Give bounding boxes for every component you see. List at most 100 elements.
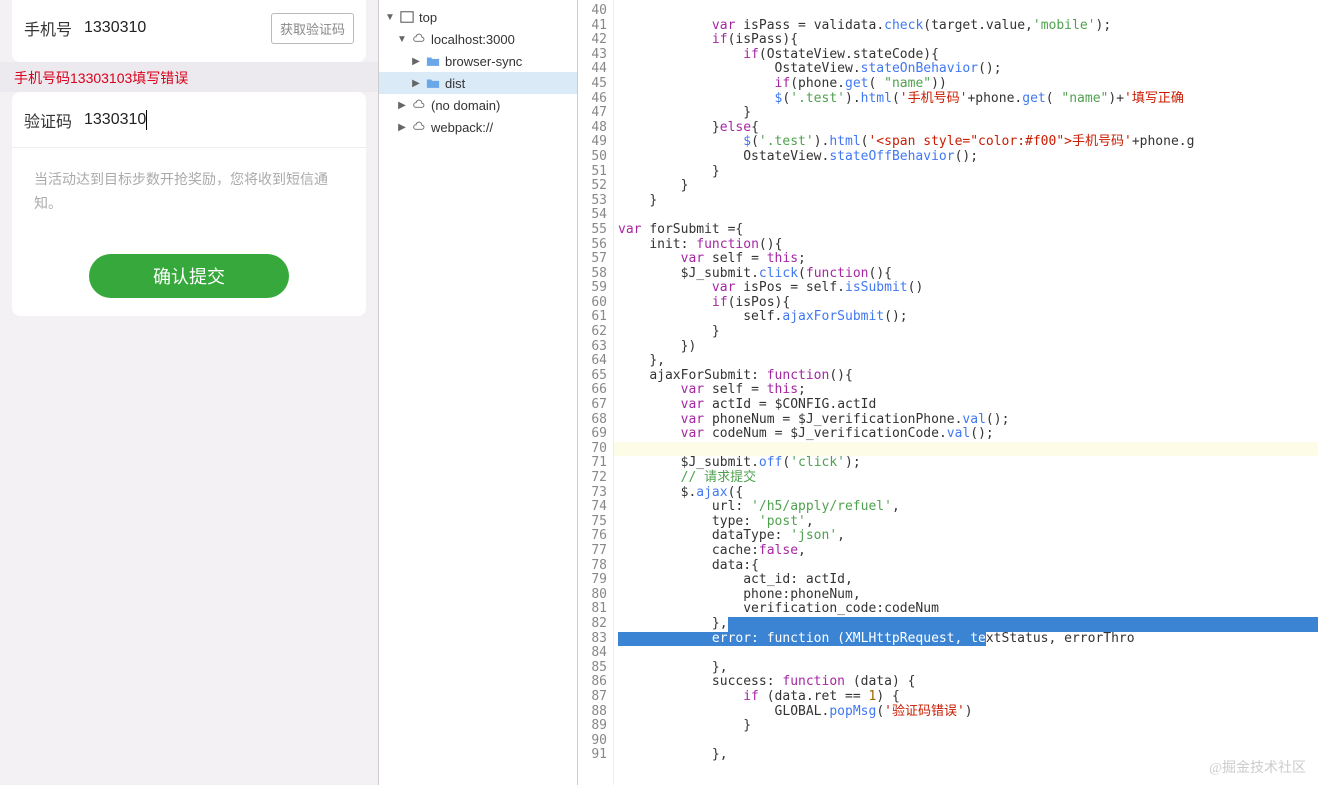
line-number[interactable]: 84 <box>578 646 613 661</box>
expand-arrow-icon[interactable]: ▶ <box>397 122 407 133</box>
code-line[interactable]: $('.test').html('手机号码'+phone.get( "name"… <box>614 92 1318 107</box>
expand-arrow-icon[interactable]: ▼ <box>397 34 407 45</box>
line-number[interactable]: 59 <box>578 281 613 296</box>
line-number[interactable]: 90 <box>578 734 613 749</box>
line-number[interactable]: 51 <box>578 165 613 180</box>
line-number[interactable]: 69 <box>578 427 613 442</box>
line-number[interactable]: 62 <box>578 325 613 340</box>
code-line[interactable]: if(isPass){ <box>614 33 1318 48</box>
line-number[interactable]: 47 <box>578 106 613 121</box>
line-number[interactable]: 58 <box>578 267 613 282</box>
expand-arrow-icon[interactable]: ▶ <box>411 56 421 67</box>
code-line[interactable]: if(phone.get( "name")) <box>614 77 1318 92</box>
line-number[interactable]: 75 <box>578 515 613 530</box>
code-line[interactable]: } <box>614 165 1318 180</box>
code-line[interactable]: $J_submit.click(function(){ <box>614 267 1318 282</box>
code-line[interactable]: var self = this; <box>614 252 1318 267</box>
code-line[interactable]: OstateView.stateOnBehavior(); <box>614 62 1318 77</box>
code-line[interactable]: cache:false, <box>614 544 1318 559</box>
line-number[interactable]: 53 <box>578 194 613 209</box>
code-line[interactable]: ajaxForSubmit: function(){ <box>614 369 1318 384</box>
code-line[interactable]: self.ajaxForSubmit(); <box>614 310 1318 325</box>
code-line[interactable]: $('.test').html('<span style="color:#f00… <box>614 135 1318 150</box>
code-input[interactable]: 1330310 <box>84 110 354 130</box>
line-number[interactable]: 83 <box>578 632 613 647</box>
code-line[interactable]: } <box>614 719 1318 734</box>
line-number[interactable]: 74 <box>578 500 613 515</box>
expand-arrow-icon[interactable]: ▶ <box>397 100 407 111</box>
line-number[interactable]: 66 <box>578 383 613 398</box>
line-number[interactable]: 65 <box>578 369 613 384</box>
line-number[interactable]: 60 <box>578 296 613 311</box>
code-line[interactable] <box>614 734 1318 749</box>
line-number[interactable]: 52 <box>578 179 613 194</box>
tree-item-localhost-3000[interactable]: ▼localhost:3000 <box>379 28 577 50</box>
code-line[interactable] <box>614 646 1318 661</box>
line-number[interactable]: 87 <box>578 690 613 705</box>
expand-arrow-icon[interactable]: ▼ <box>385 12 395 23</box>
code-line[interactable]: var isPass = validata.check(target.value… <box>614 19 1318 34</box>
code-line[interactable]: }, <box>614 661 1318 676</box>
code-line[interactable]: var actId = $CONFIG.actId <box>614 398 1318 413</box>
line-number[interactable]: 89 <box>578 719 613 734</box>
line-number[interactable]: 41 <box>578 19 613 34</box>
code-line[interactable]: act_id: actId, <box>614 573 1318 588</box>
line-number[interactable]: 61 <box>578 310 613 325</box>
line-number[interactable]: 78 <box>578 559 613 574</box>
code-line[interactable]: } <box>614 325 1318 340</box>
code-line[interactable]: if(OstateView.stateCode){ <box>614 48 1318 63</box>
line-number[interactable]: 67 <box>578 398 613 413</box>
line-number[interactable]: 40 <box>578 4 613 19</box>
tree-item-top[interactable]: ▼top <box>379 6 577 28</box>
line-number[interactable]: 64 <box>578 354 613 369</box>
code-line[interactable]: // 请求提交 <box>614 471 1318 486</box>
code-line[interactable]: }) <box>614 340 1318 355</box>
line-number[interactable]: 80 <box>578 588 613 603</box>
line-number[interactable]: 91 <box>578 748 613 763</box>
code-line[interactable]: init: function(){ <box>614 238 1318 253</box>
code-line[interactable]: } <box>614 179 1318 194</box>
line-number[interactable]: 48 <box>578 121 613 136</box>
get-code-button[interactable]: 获取验证码 <box>271 13 354 44</box>
code-line[interactable]: }, <box>614 354 1318 369</box>
expand-arrow-icon[interactable]: ▶ <box>411 78 421 89</box>
line-number[interactable]: 73 <box>578 486 613 501</box>
line-number[interactable]: 88 <box>578 705 613 720</box>
line-number[interactable]: 86 <box>578 675 613 690</box>
code-line[interactable]: $J_submit.off('click'); <box>614 456 1318 471</box>
tree-item-browser-sync[interactable]: ▶browser-sync <box>379 50 577 72</box>
code-line[interactable]: OstateView.stateOffBehavior(); <box>614 150 1318 165</box>
code-line[interactable] <box>614 208 1318 223</box>
code-line[interactable]: url: '/h5/apply/refuel', <box>614 500 1318 515</box>
tree-item-webpack---[interactable]: ▶webpack:// <box>379 116 577 138</box>
code-line[interactable]: var codeNum = $J_verificationCode.val(); <box>614 427 1318 442</box>
code-line[interactable]: data:{ <box>614 559 1318 574</box>
line-number[interactable]: 49 <box>578 135 613 150</box>
line-number[interactable]: 70 <box>578 442 613 457</box>
line-number[interactable]: 54 <box>578 208 613 223</box>
line-number[interactable]: 81 <box>578 602 613 617</box>
line-number[interactable]: 76 <box>578 529 613 544</box>
code-line[interactable]: var forSubmit ={ <box>614 223 1318 238</box>
code-line[interactable]: dataType: 'json', <box>614 529 1318 544</box>
line-number[interactable]: 71 <box>578 456 613 471</box>
code-line[interactable]: verification_code:codeNum <box>614 602 1318 617</box>
line-number[interactable]: 57 <box>578 252 613 267</box>
code-line[interactable]: type: 'post', <box>614 515 1318 530</box>
submit-button[interactable]: 确认提交 <box>89 254 289 298</box>
code-line[interactable]: var isPos = self.isSubmit() <box>614 281 1318 296</box>
line-number[interactable]: 56 <box>578 238 613 253</box>
line-number[interactable]: 68 <box>578 413 613 428</box>
code-line[interactable]: var phoneNum = $J_verificationPhone.val(… <box>614 413 1318 428</box>
line-number[interactable]: 43 <box>578 48 613 63</box>
code-line[interactable] <box>614 442 1318 457</box>
line-number[interactable]: 55 <box>578 223 613 238</box>
line-number[interactable]: 45 <box>578 77 613 92</box>
phone-input[interactable]: 1330310 <box>84 19 271 37</box>
code-line[interactable]: var self = this; <box>614 383 1318 398</box>
code-line[interactable]: GLOBAL.popMsg('验证码错误') <box>614 705 1318 720</box>
line-number[interactable]: 63 <box>578 340 613 355</box>
code-line[interactable]: if (data.ret == 1) { <box>614 690 1318 705</box>
line-number[interactable]: 44 <box>578 62 613 77</box>
code-line[interactable]: } <box>614 106 1318 121</box>
